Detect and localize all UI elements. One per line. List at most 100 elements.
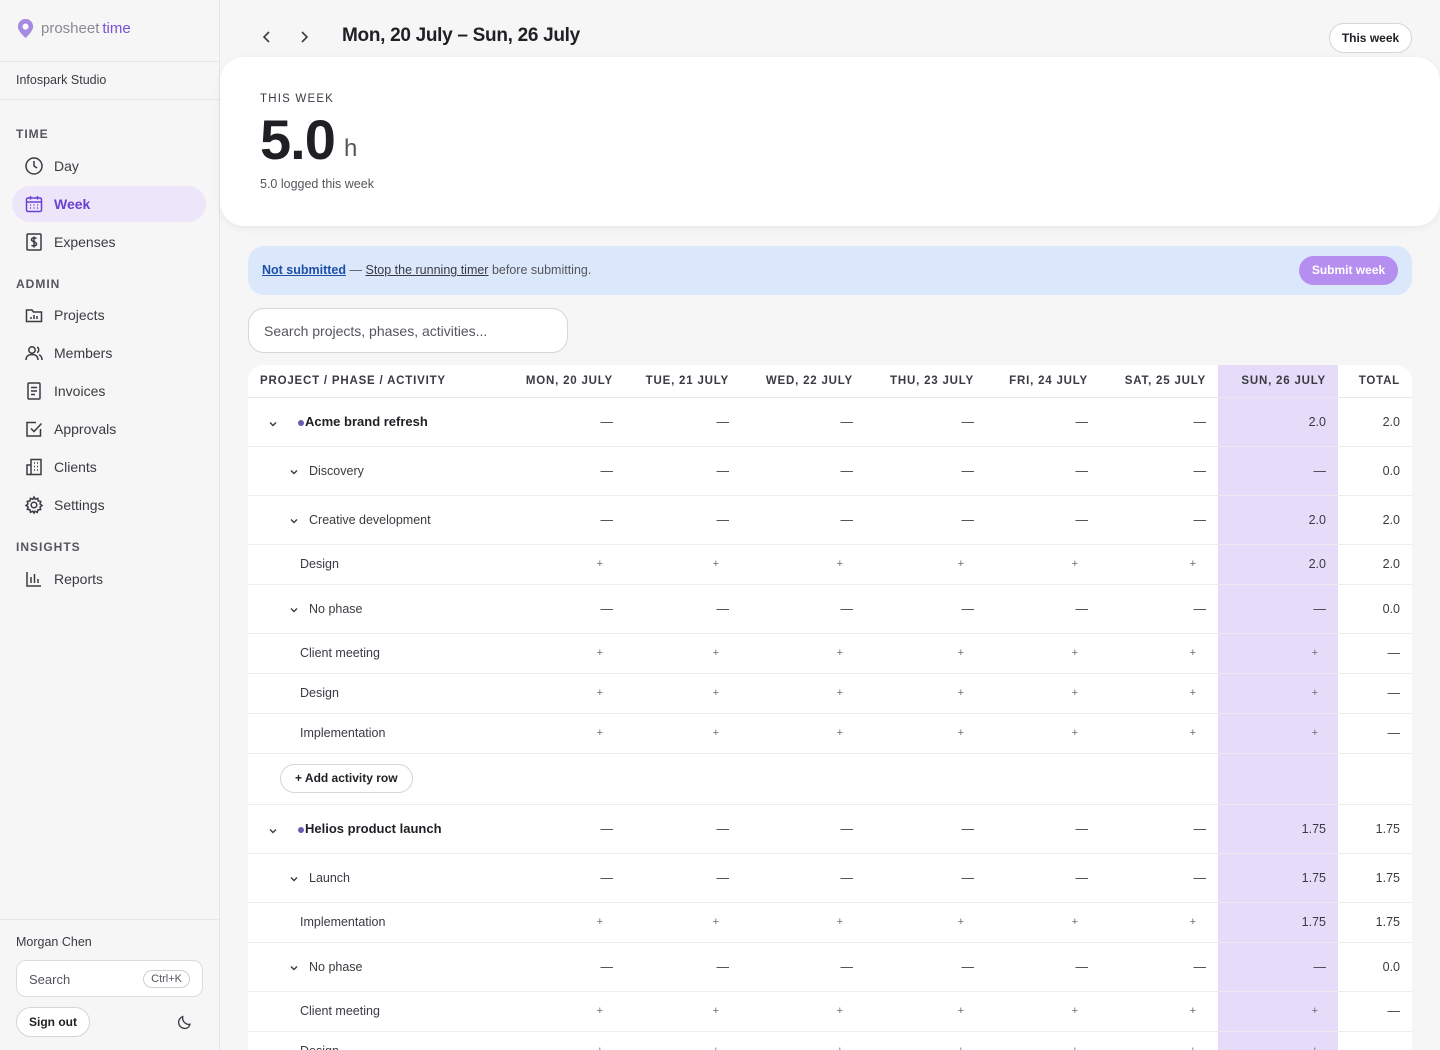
- org-name[interactable]: Infospark Studio: [0, 61, 219, 100]
- add-time-cell[interactable]: +: [504, 991, 625, 1032]
- add-time-cell[interactable]: +: [1218, 633, 1338, 674]
- time-entry-cell[interactable]: 1.75: [1218, 902, 1338, 943]
- column-header-day: FRI, 24 JULY: [986, 365, 1100, 398]
- activity-name: Client meeting: [300, 646, 380, 660]
- add-time-cell[interactable]: +: [986, 544, 1100, 585]
- add-time-cell[interactable]: +: [865, 713, 986, 754]
- add-time-cell[interactable]: +: [741, 544, 865, 585]
- add-time-cell[interactable]: +: [865, 673, 986, 714]
- add-time-cell[interactable]: +: [504, 633, 625, 674]
- chevron-down-icon[interactable]: [268, 825, 278, 835]
- nav-day[interactable]: Day: [12, 148, 206, 184]
- add-time-cell[interactable]: +: [625, 991, 741, 1032]
- nav-invoices[interactable]: Invoices: [12, 373, 206, 409]
- moon-icon[interactable]: [176, 1013, 194, 1031]
- activity-name-cell: Implementation: [248, 713, 504, 754]
- time-entry-cell[interactable]: 2.0: [1218, 544, 1338, 585]
- empty-time-cell: —: [1100, 446, 1218, 496]
- command-search[interactable]: Search Ctrl+K: [16, 960, 203, 997]
- empty-time-cell: —: [504, 495, 625, 545]
- empty-time-cell: —: [504, 446, 625, 496]
- add-time-cell[interactable]: +: [625, 902, 741, 943]
- chevron-down-icon[interactable]: [268, 418, 278, 428]
- nav-clients-label: Clients: [54, 459, 97, 475]
- activity-name: Design: [300, 686, 339, 700]
- add-time-cell[interactable]: +: [1100, 902, 1218, 943]
- add-time-cell[interactable]: +: [986, 633, 1100, 674]
- add-time-cell[interactable]: +: [741, 633, 865, 674]
- add-time-cell[interactable]: +: [865, 544, 986, 585]
- empty-time-cell: —: [1100, 495, 1218, 545]
- add-time-cell[interactable]: +: [865, 991, 986, 1032]
- nav-reports[interactable]: Reports: [12, 561, 206, 597]
- clock-icon: [25, 157, 43, 175]
- add-time-cell[interactable]: +: [1100, 633, 1218, 674]
- add-time-cell[interactable]: +: [1100, 713, 1218, 754]
- activity-name: Implementation: [300, 726, 386, 740]
- prev-week-chevron-icon[interactable]: [257, 27, 277, 47]
- activity-row: Design + + + + + +2.0 2.0: [248, 544, 1412, 585]
- chevron-down-icon[interactable]: [289, 515, 299, 525]
- stop-timer-link[interactable]: Stop the running timer: [365, 263, 488, 277]
- nav-expenses[interactable]: Expenses: [12, 224, 206, 260]
- empty-time-cell: —: [504, 397, 625, 447]
- add-time-cell[interactable]: +: [1100, 673, 1218, 714]
- add-time-cell[interactable]: +: [504, 902, 625, 943]
- nav-projects[interactable]: Projects: [12, 297, 206, 333]
- submit-week-button[interactable]: Submit week: [1299, 256, 1398, 285]
- add-time-cell[interactable]: +: [625, 633, 741, 674]
- activity-search-input[interactable]: Search projects, phases, activities...: [248, 308, 568, 353]
- add-time-cell[interactable]: +: [504, 713, 625, 754]
- sidebar-footer: Morgan Chen Search Ctrl+K Sign out: [0, 919, 219, 1050]
- add-time-cell[interactable]: +: [1218, 991, 1338, 1032]
- phase-name-cell: Discovery: [248, 446, 504, 496]
- add-activity-row-button[interactable]: + Add activity row: [280, 764, 413, 793]
- add-time-cell[interactable]: +: [625, 1031, 741, 1050]
- chevron-down-icon[interactable]: [289, 466, 299, 476]
- add-time-cell[interactable]: +: [986, 713, 1100, 754]
- nav-settings[interactable]: Settings: [12, 487, 206, 523]
- add-time-cell[interactable]: +: [986, 673, 1100, 714]
- row-total-cell: —: [1338, 991, 1412, 1032]
- nav-members[interactable]: Members: [12, 335, 206, 371]
- chevron-down-icon[interactable]: [289, 604, 299, 614]
- add-time-cell[interactable]: +: [1100, 544, 1218, 585]
- nav-day-label: Day: [54, 158, 79, 174]
- phase-name: Creative development: [309, 512, 431, 527]
- add-time-cell[interactable]: +: [504, 1031, 625, 1050]
- add-time-cell[interactable]: +: [504, 544, 625, 585]
- chevron-down-icon[interactable]: [289, 873, 299, 883]
- add-time-cell[interactable]: +: [986, 902, 1100, 943]
- add-time-cell[interactable]: +: [741, 1031, 865, 1050]
- nav-approvals[interactable]: Approvals: [12, 411, 206, 447]
- this-week-button[interactable]: This week: [1329, 23, 1412, 53]
- add-time-cell[interactable]: +: [865, 1031, 986, 1050]
- add-time-cell[interactable]: +: [741, 673, 865, 714]
- add-time-cell[interactable]: +: [504, 673, 625, 714]
- add-time-cell[interactable]: +: [741, 713, 865, 754]
- nav-clients[interactable]: Clients: [12, 449, 206, 485]
- nav-week[interactable]: Week: [12, 186, 206, 222]
- add-time-cell[interactable]: +: [625, 544, 741, 585]
- user-name: Morgan Chen: [16, 935, 92, 949]
- add-time-cell[interactable]: +: [1100, 1031, 1218, 1050]
- add-time-cell[interactable]: +: [986, 991, 1100, 1032]
- column-header-total: TOTAL: [1338, 365, 1412, 398]
- add-time-cell[interactable]: +: [1218, 1031, 1338, 1050]
- add-time-cell[interactable]: +: [741, 902, 865, 943]
- add-time-cell[interactable]: +: [1218, 673, 1338, 714]
- next-week-chevron-icon[interactable]: [294, 27, 314, 47]
- add-time-cell[interactable]: +: [986, 1031, 1100, 1050]
- add-time-cell[interactable]: +: [865, 902, 986, 943]
- activity-name: Client meeting: [300, 1004, 380, 1018]
- add-time-cell[interactable]: +: [741, 991, 865, 1032]
- add-time-cell[interactable]: +: [1218, 713, 1338, 754]
- column-header-day: MON, 20 JULY: [504, 365, 625, 398]
- brand-logo[interactable]: prosheet time: [16, 18, 131, 39]
- add-time-cell[interactable]: +: [865, 633, 986, 674]
- add-time-cell[interactable]: +: [1100, 991, 1218, 1032]
- add-time-cell[interactable]: +: [625, 673, 741, 714]
- add-time-cell[interactable]: +: [625, 713, 741, 754]
- chevron-down-icon[interactable]: [289, 962, 299, 972]
- sign-out-button[interactable]: Sign out: [16, 1007, 90, 1037]
